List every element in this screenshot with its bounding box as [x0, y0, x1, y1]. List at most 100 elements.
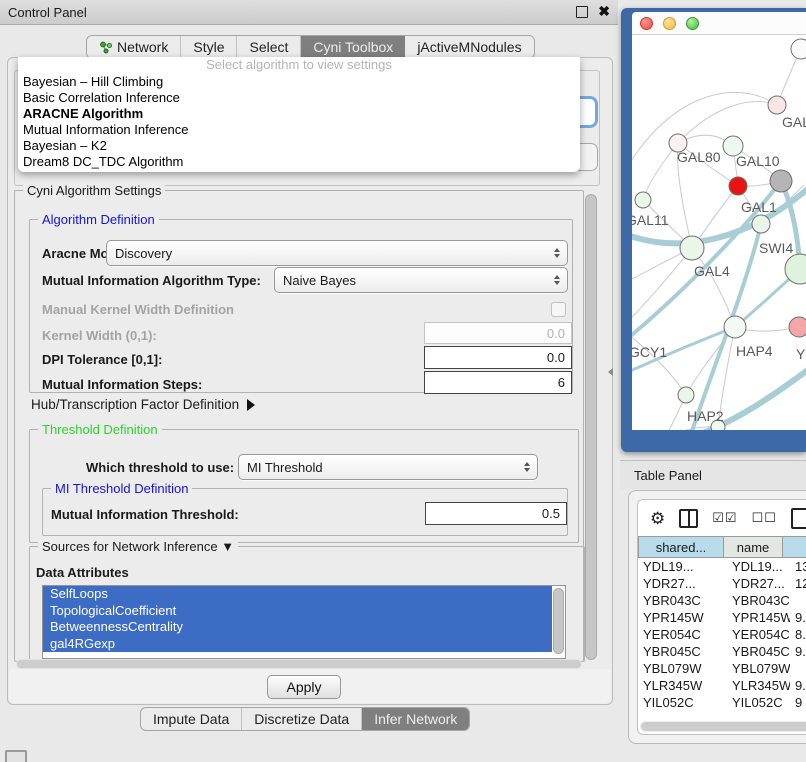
node-label: HAP2	[687, 408, 724, 424]
tab-network[interactable]: Network	[87, 36, 181, 58]
table-cell: YDR27...	[727, 575, 790, 592]
tab-discretize-data[interactable]: Discretize Data	[242, 708, 362, 730]
mi-steps-value: 6	[558, 375, 565, 390]
algorithm-dropdown-list: Select algorithm to view settings Bayesi…	[18, 57, 580, 172]
algorithm-option[interactable]: Bayesian – Hill Climbing	[18, 74, 580, 90]
table-row[interactable]: YBR043CYBR043C	[638, 592, 806, 609]
close-icon[interactable]: ✖	[598, 3, 610, 20]
node-gal-pink[interactable]	[768, 96, 786, 114]
mi-threshold-group-title: MI Threshold Definition	[51, 481, 192, 496]
mac-minimize-icon[interactable]	[663, 17, 676, 30]
tab-label: Network	[117, 39, 168, 55]
column-header-a[interactable]: A	[783, 536, 806, 558]
hub-definition-toggle[interactable]: Hub/Transcription Factor Definition	[31, 397, 255, 412]
which-threshold-label: Which threshold to use:	[86, 460, 234, 475]
table-cell: YLR345W	[638, 677, 727, 694]
kernel-width-field[interactable]: 0.0	[424, 322, 572, 344]
mi-threshold-field[interactable]: 0.5	[425, 502, 567, 525]
network-canvas[interactable]: GALGAL80GAL10GAL1GAL11SWI4GAL4GCY1HAP4YH…	[632, 35, 806, 430]
tab-cyni-toolbox[interactable]: Cyni Toolbox	[301, 36, 405, 58]
table-cell: YER054C	[727, 626, 790, 643]
mac-close-icon[interactable]	[640, 17, 653, 30]
network-view-window[interactable]: GALGAL80GAL10GAL1GAL11SWI4GAL4GCY1HAP4YH…	[621, 8, 806, 452]
data-attribute-item[interactable]: SelfLoops	[43, 586, 552, 603]
stepper-arrows-icon	[554, 248, 560, 258]
table-cell: YBR045C	[638, 643, 727, 660]
table-row[interactable]: YER054CYER054C8.	[638, 626, 806, 643]
tab-label: Discretize Data	[254, 711, 349, 727]
panel-splitter-icon[interactable]	[608, 368, 613, 376]
hub-definition-label: Hub/Transcription Factor Definition	[31, 397, 239, 412]
data-attribute-item[interactable]: BetweennessCentrality	[43, 619, 552, 636]
algorithm-option[interactable]: Basic Correlation Inference	[18, 90, 580, 106]
data-attributes-list[interactable]: SelfLoopsTopologicalCoefficientBetweenne…	[42, 585, 566, 659]
tab-impute-data[interactable]: Impute Data	[141, 708, 242, 730]
mac-zoom-icon[interactable]	[686, 17, 699, 30]
table-row[interactable]: YDR27...YDR27...12	[638, 575, 806, 592]
select-all-checks-icon[interactable]: ☑☑	[712, 510, 737, 526]
table-row[interactable]: YBR045CYBR045C9.	[638, 643, 806, 660]
table-cell: 9	[790, 694, 806, 711]
split-columns-icon[interactable]	[679, 509, 698, 528]
node-pink-right[interactable]	[789, 317, 806, 337]
column-header-shared-[interactable]: shared...	[638, 536, 724, 558]
sources-title[interactable]: Sources for Network Inference ▼	[38, 539, 238, 554]
mi-steps-field[interactable]: 6	[424, 371, 572, 394]
table-toolbar: ⚙ ☑☑ ☐☐	[638, 500, 806, 536]
node-label: GAL80	[677, 149, 721, 165]
tab-style[interactable]: Style	[181, 36, 237, 58]
mi-threshold-label: Mutual Information Threshold:	[51, 507, 239, 522]
aracne-mode-select[interactable]: Discovery	[106, 240, 568, 266]
node-gray[interactable]	[770, 170, 792, 192]
table-row[interactable]: YLR345WYLR345W9.	[638, 677, 806, 694]
network-graph: GALGAL80GAL10GAL1GAL11SWI4GAL4GCY1HAP4YH…	[632, 35, 806, 430]
table-row[interactable]: YBL079WYBL079W	[638, 660, 806, 677]
table-row[interactable]: YIL052CYIL052C9	[638, 694, 806, 711]
tab-infer-network[interactable]: Infer Network	[362, 708, 469, 730]
data-attribute-item[interactable]: gal4RGexp	[43, 636, 552, 653]
float-window-icon[interactable]	[576, 6, 588, 18]
algorithm-options: Bayesian – Hill ClimbingBasic Correlatio…	[18, 74, 580, 170]
algorithm-option[interactable]: Dream8 DC_TDC Algorithm	[18, 154, 580, 170]
node-hap4[interactable]	[724, 316, 746, 338]
which-threshold-select[interactable]: MI Threshold	[238, 454, 538, 480]
table-cell	[790, 592, 806, 609]
settings-horizontal-scrollbar[interactable]	[16, 659, 582, 669]
node-gal4[interactable]	[680, 236, 704, 260]
minimized-panel-icon[interactable]	[5, 750, 27, 762]
tab-label: jActiveMNodules	[417, 39, 521, 55]
algorithm-definition-title: Algorithm Definition	[38, 212, 159, 227]
tab-select[interactable]: Select	[237, 36, 301, 58]
node-gal1[interactable]	[729, 177, 747, 195]
node-gal11[interactable]	[635, 192, 651, 208]
settings-vertical-scrollbar[interactable]	[585, 194, 597, 660]
node-label: GAL	[782, 114, 806, 130]
table-horizontal-scrollbar[interactable]	[640, 721, 806, 732]
mi-algorithm-type-select[interactable]: Naive Bayes	[274, 267, 568, 293]
deselect-checks-icon[interactable]: ☐☐	[752, 510, 777, 526]
table-row[interactable]: YPR145WYPR145W9.	[638, 609, 806, 626]
list-scrollbar-thumb[interactable]	[553, 588, 564, 654]
column-header-name[interactable]: name	[724, 536, 783, 558]
node-label: HAP4	[736, 343, 773, 359]
manual-kernel-width-checkbox[interactable]	[551, 302, 566, 317]
node-hap2[interactable]	[678, 387, 694, 403]
algorithm-option[interactable]: ARACNE Algorithm	[18, 106, 580, 122]
table-row[interactable]: YDL19...YDL19...13	[638, 558, 806, 575]
tab-label: Style	[193, 39, 224, 55]
apply-button[interactable]: Apply	[267, 675, 341, 699]
network-edge	[632, 92, 777, 185]
tab-jactivemnodules[interactable]: jActiveMNodules	[405, 36, 533, 58]
gear-icon[interactable]: ⚙	[650, 510, 665, 527]
dpi-tolerance-field[interactable]: 0.0	[424, 346, 572, 369]
algorithm-option[interactable]: Mutual Information Inference	[18, 122, 580, 138]
table-cell: YPR145W	[727, 609, 790, 626]
algorithm-option[interactable]: Bayesian – K2	[18, 138, 580, 154]
cyni-bottom-tabbar: Impute Data Discretize Data Infer Network	[140, 707, 470, 731]
data-attribute-item[interactable]: TopologicalCoefficient	[43, 603, 552, 620]
node-top-partial[interactable]	[791, 39, 806, 59]
grid-icon[interactable]	[791, 508, 806, 529]
mi-algorithm-type-value: Naive Bayes	[283, 273, 356, 288]
kernel-width-label: Kernel Width (0,1):	[42, 328, 157, 343]
node-swi4[interactable]	[752, 215, 770, 233]
